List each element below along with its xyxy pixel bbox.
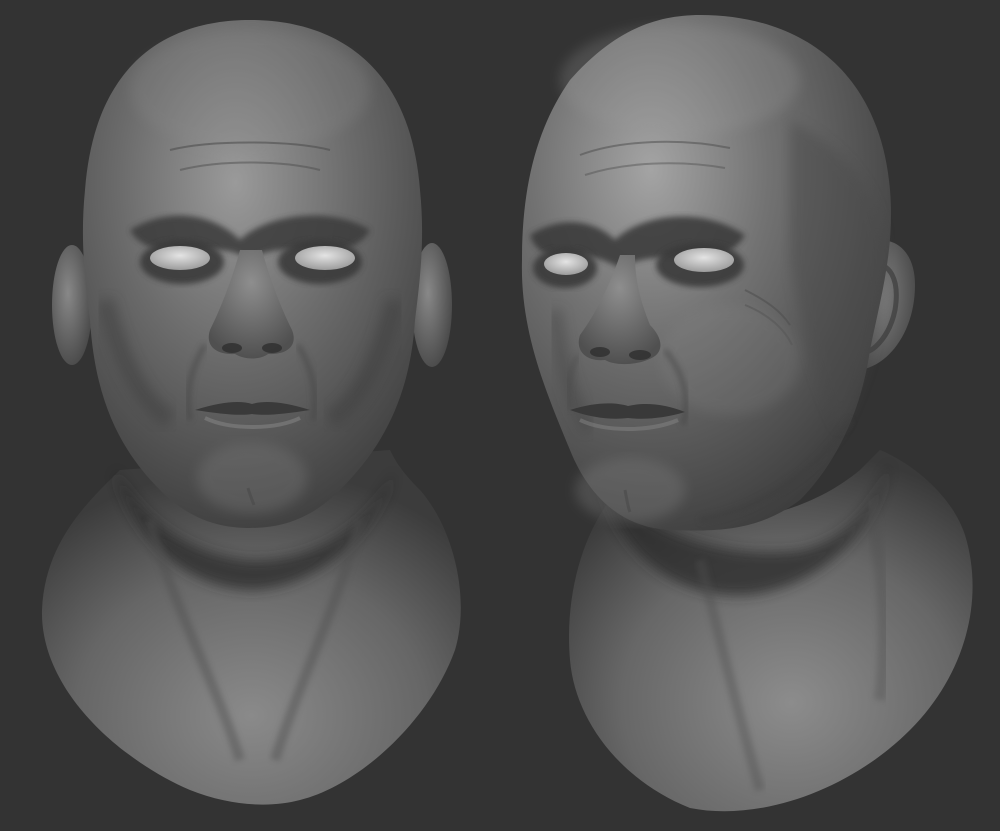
bust-front-right-eye <box>295 246 355 270</box>
bust-three-quarter-right-eye <box>674 248 734 272</box>
sculpt-viewport <box>0 0 1000 831</box>
bust-three-quarter-left-eye <box>544 253 588 275</box>
bust-three-quarter <box>521 15 973 812</box>
bust-front-left-eye <box>150 246 210 270</box>
bust-front <box>41 20 461 805</box>
sculpt-render <box>41 15 973 812</box>
